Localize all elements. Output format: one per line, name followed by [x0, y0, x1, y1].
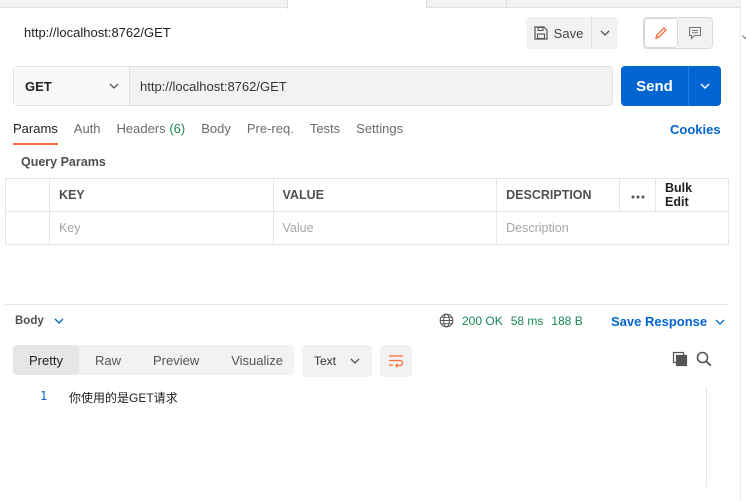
wrap-lines-button[interactable] — [380, 345, 412, 377]
divider — [5, 304, 729, 305]
view-tab-raw[interactable]: Raw — [79, 345, 137, 375]
chevron-down-icon — [600, 30, 610, 36]
more-horizontal-icon — [631, 195, 645, 199]
send-button-label: Send — [621, 66, 689, 106]
request-title[interactable]: http://localhost:8762/GET — [24, 25, 171, 40]
column-header-description: DESCRIPTION — [496, 178, 621, 212]
search-button[interactable] — [696, 351, 712, 370]
table-row: Key Value Description — [5, 211, 729, 245]
response-view-tabs: Pretty Raw Preview Visualize — [13, 345, 294, 375]
cookies-link[interactable]: Cookies — [670, 122, 721, 137]
method-label: GET — [25, 78, 52, 94]
tab-pre-request[interactable]: Pre-req. — [247, 121, 294, 147]
comments-button[interactable] — [678, 18, 712, 48]
query-params-title: Query Params — [21, 155, 106, 169]
format-select[interactable]: Text — [302, 345, 372, 377]
save-button-label: Save — [553, 25, 584, 41]
response-body-select[interactable]: Body — [15, 315, 64, 327]
copy-button[interactable] — [672, 351, 688, 370]
chevron-down-icon — [700, 83, 710, 89]
mode-toggle[interactable] — [643, 17, 713, 49]
status-code[interactable]: 200 OK — [462, 314, 503, 328]
table-header-row: KEY VALUE DESCRIPTION Bulk Edit — [5, 178, 729, 212]
response-body-label: Body — [15, 315, 44, 327]
url-input[interactable]: http://localhost:8762/GET — [130, 67, 612, 105]
bulk-edit-button[interactable]: Bulk Edit — [655, 178, 729, 212]
chevron-down-icon — [715, 319, 725, 325]
send-dropdown-button[interactable] — [689, 66, 721, 106]
value-input[interactable]: Value — [272, 211, 498, 245]
send-button[interactable]: Send — [621, 66, 721, 106]
tab-auth[interactable]: Auth — [74, 121, 101, 147]
tab-active-request[interactable] — [287, 0, 427, 9]
view-tab-visualize[interactable]: Visualize — [215, 345, 299, 375]
key-input[interactable]: Key — [48, 211, 274, 245]
comment-icon — [688, 26, 702, 40]
save-button[interactable]: Save — [526, 17, 618, 49]
column-header-value: VALUE — [272, 178, 498, 212]
wrap-lines-icon — [389, 355, 404, 368]
tab-other[interactable] — [427, 0, 507, 8]
copy-icon — [672, 351, 688, 367]
format-label: Text — [314, 354, 337, 368]
response-size[interactable]: 188 B — [551, 314, 582, 328]
url-bar: GET http://localhost:8762/GET — [13, 66, 613, 106]
request-tabs: Params Auth Headers (6) Body Pre-req. Te… — [13, 121, 419, 147]
tab-tests[interactable]: Tests — [310, 121, 340, 147]
tab-settings[interactable]: Settings — [356, 121, 403, 147]
view-tab-pretty[interactable]: Pretty — [13, 345, 79, 375]
column-header-key: KEY — [48, 178, 274, 212]
response-status-bar: 200 OK 58 ms 188 B — [439, 313, 583, 328]
save-response-label: Save Response — [611, 314, 708, 329]
query-params-table: KEY VALUE DESCRIPTION Bulk Edit Key Valu… — [5, 178, 729, 245]
response-body-text[interactable]: 你使用的是GET请求 — [69, 389, 178, 406]
pencil-icon — [654, 27, 667, 40]
tab-body[interactable]: Body — [201, 121, 231, 147]
save-dropdown-button[interactable] — [592, 30, 618, 36]
globe-icon[interactable] — [439, 313, 454, 328]
tab-params[interactable]: Params — [13, 121, 58, 147]
edit-mode-button[interactable] — [644, 18, 679, 48]
description-input[interactable]: Description — [496, 211, 729, 245]
row-checkbox-cell — [5, 211, 50, 245]
save-response-button[interactable]: Save Response — [611, 314, 725, 329]
scrollbar[interactable] — [706, 387, 722, 487]
response-time[interactable]: 58 ms — [511, 314, 544, 328]
tab-strip — [0, 0, 746, 9]
save-icon — [534, 26, 548, 40]
view-tab-preview[interactable]: Preview — [137, 345, 215, 375]
side-panel-edge — [740, 0, 746, 501]
side-panel-toggle[interactable] — [742, 28, 746, 43]
chevron-down-icon — [54, 318, 64, 324]
chevron-down-icon — [109, 83, 119, 89]
method-select[interactable]: GET — [14, 67, 130, 105]
checkbox-column-header — [5, 178, 50, 212]
more-options-button[interactable] — [619, 178, 657, 212]
headers-count-badge: (6) — [169, 121, 186, 136]
search-icon — [696, 351, 712, 367]
chevron-down-icon — [742, 35, 746, 40]
tab-headers[interactable]: Headers (6) — [117, 121, 186, 147]
tab-headers-label: Headers — [116, 121, 166, 136]
chevron-down-icon — [350, 358, 360, 364]
line-number: 1 — [40, 389, 48, 403]
